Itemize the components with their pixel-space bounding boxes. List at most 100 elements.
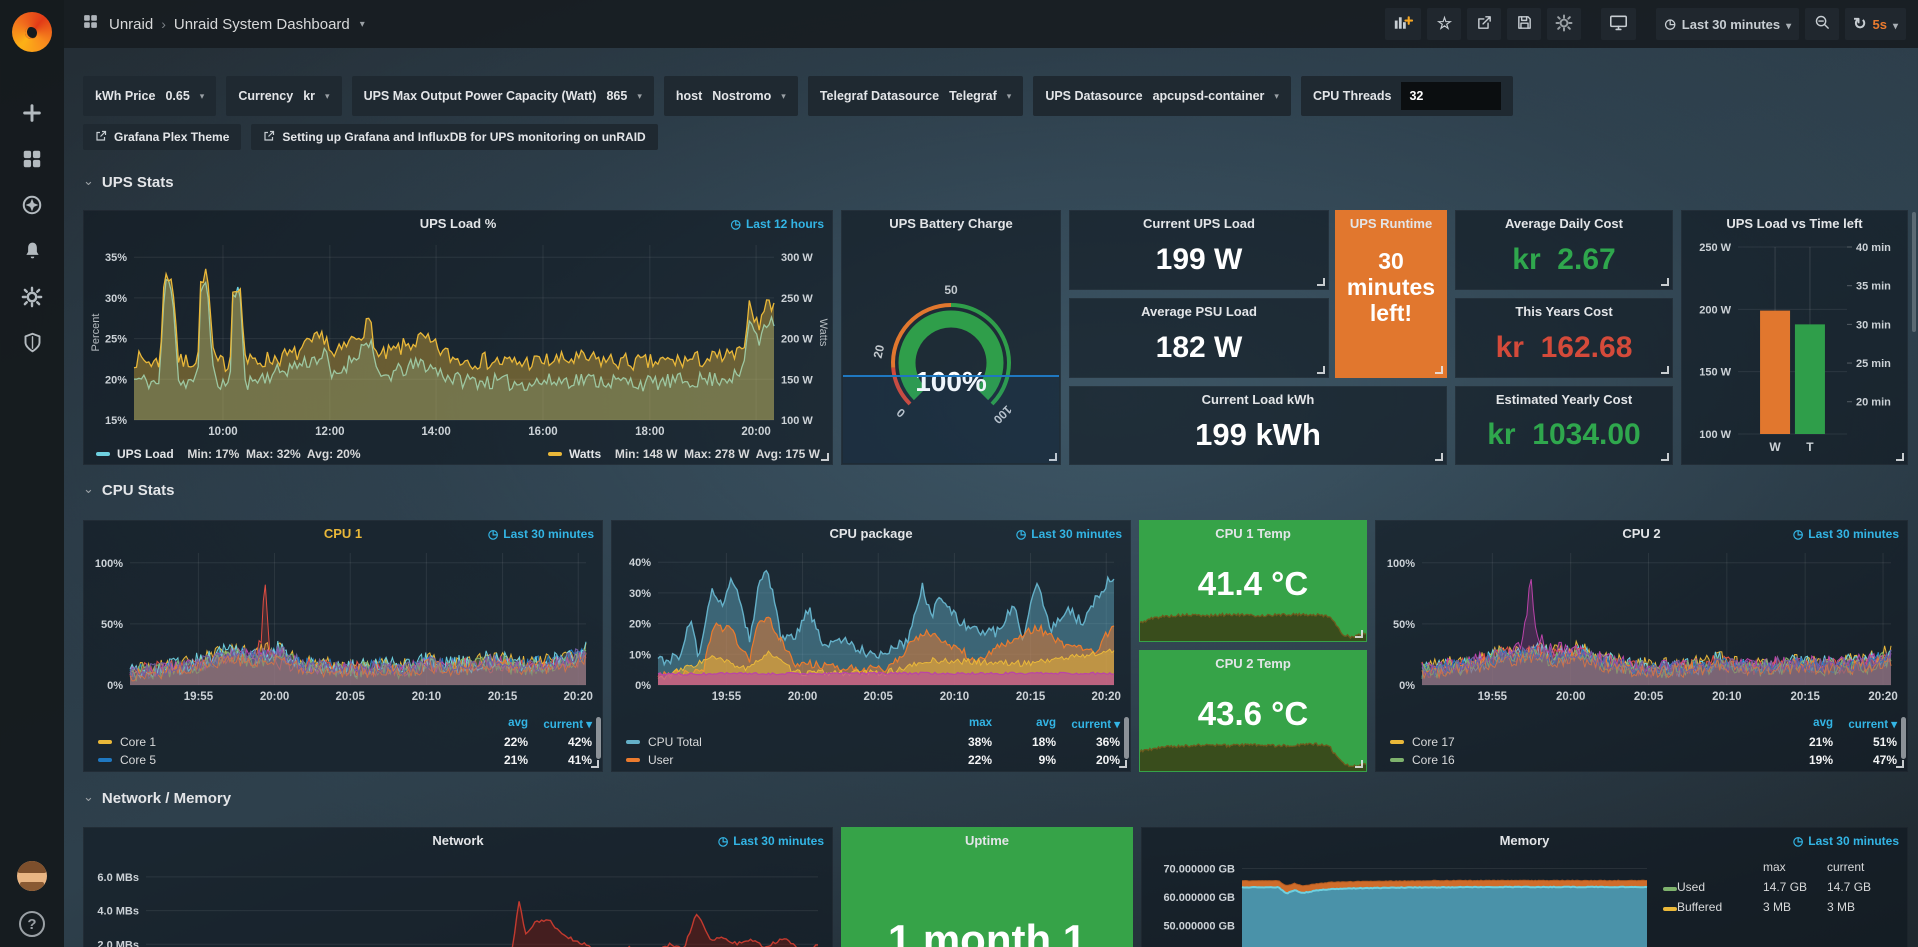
legend-series-user[interactable]: User (626, 753, 928, 767)
breadcrumb-dashboard[interactable]: Unraid System Dashboard (174, 16, 350, 33)
bell-icon (22, 240, 43, 266)
legend-sort-max[interactable]: max (1763, 860, 1827, 874)
legend-sort-current[interactable]: current (1827, 860, 1891, 874)
panel-title[interactable]: Average PSU Load (1070, 304, 1328, 319)
stat-value: 1 month 1 (842, 916, 1132, 947)
legend-series-buffered[interactable]: Buffered (1663, 900, 1763, 914)
section-ups-stats[interactable]: ⌄ UPS Stats (83, 174, 174, 191)
section-network-memory[interactable]: ⌄ Network / Memory (83, 790, 231, 807)
legend-series-cpu-total[interactable]: CPU Total (626, 735, 928, 749)
panel-ups-load: UPS Load % Last 12 hours 15%20%25%30%35%… (83, 210, 833, 465)
time-range-picker[interactable]: Last 30 minutes (1656, 8, 1799, 40)
chevron-down-icon[interactable]: ▾ (360, 19, 365, 30)
legend-scrollbar[interactable] (596, 717, 601, 759)
variable-kwh-price[interactable]: kWh Price0.65▾ (83, 76, 216, 116)
panel-cpu-2: CPU 2 Last 30 minutes 0%50%100%19:5520:0… (1375, 520, 1908, 772)
variable-cpu-threads[interactable]: CPU Threads (1301, 76, 1514, 116)
legend-scrollbar[interactable] (1901, 717, 1906, 759)
refresh-picker[interactable]: 5s (1845, 8, 1906, 40)
stat-value: 199 kWh (1070, 417, 1446, 453)
dashboard-link-setting-up-grafana-and-influxdb-for-ups-monitoring-on-unraid[interactable]: Setting up Grafana and InfluxDB for UPS … (251, 124, 657, 150)
panel-estimated-yearly-cost: Estimated Yearly Cost kr 1034.00 (1455, 386, 1673, 465)
legend-value: 20% (1056, 753, 1120, 767)
legend-sort-avg[interactable]: avg (464, 717, 528, 731)
time-override-badge: Last 30 minutes (1793, 527, 1899, 541)
dashboard-settings-button[interactable] (1547, 8, 1581, 40)
share-button[interactable] (1467, 8, 1501, 40)
legend-series-core-5[interactable]: Core 5 (98, 753, 464, 767)
sidebar-item-server-admin[interactable] (0, 322, 64, 368)
panel-title[interactable]: Current Load kWh (1070, 392, 1446, 407)
page-scrollbar[interactable] (1912, 212, 1916, 332)
panel-title[interactable]: This Years Cost (1456, 304, 1672, 319)
legend-series-core-17[interactable]: Core 17 (1390, 735, 1769, 749)
panel-title[interactable]: UPS Load % (84, 216, 832, 231)
variable-telegraf-datasource[interactable]: Telegraf DatasourceTelegraf▾ (808, 76, 1024, 116)
variable-currency[interactable]: Currencykr▾ (226, 76, 341, 116)
add-panel-button[interactable] (1385, 8, 1421, 40)
legend-series-used[interactable]: Used (1663, 880, 1763, 894)
stat-value: 199 W (1070, 243, 1328, 277)
legend-series-core-1[interactable]: Core 1 (98, 735, 464, 749)
legend-series-core-16[interactable]: Core 16 (1390, 753, 1769, 767)
variable-input[interactable] (1401, 82, 1501, 110)
cycle-view-mode-button[interactable] (1601, 8, 1636, 40)
variable-host[interactable]: hostNostromo▾ (664, 76, 798, 116)
chevron-down-icon (1786, 17, 1791, 32)
chevron-down-icon: ▾ (1007, 91, 1012, 102)
time-override-badge: Last 30 minutes (1016, 527, 1122, 541)
legend-sort-current[interactable]: current ▾ (1056, 717, 1120, 731)
legend-series-ups-load[interactable]: UPS Load Min: 17% Max: 32% Avg: 20% (96, 447, 361, 461)
dashboard-link-grafana-plex-theme[interactable]: Grafana Plex Theme (83, 124, 241, 150)
panel-title[interactable]: CPU 1 Temp (1140, 526, 1366, 541)
legend-value: 41% (528, 753, 592, 767)
panel-title[interactable]: Estimated Yearly Cost (1456, 392, 1672, 407)
sparkline-fill (843, 377, 1059, 463)
breadcrumb-folder[interactable]: Unraid (109, 16, 153, 33)
legend-sort-max[interactable]: max (928, 717, 992, 731)
panel-title[interactable]: UPS Runtime (1336, 216, 1446, 231)
legend-series-watts[interactable]: Watts Min: 148 W Max: 278 W Avg: 175 W (548, 447, 820, 461)
star-button[interactable]: ☆ (1427, 8, 1461, 40)
panel-title[interactable]: Average Daily Cost (1456, 216, 1672, 231)
ups-load-chart[interactable]: 15%20%25%30%35%100 W150 W200 W250 W300 W… (88, 237, 828, 440)
cpu2-chart[interactable]: 0%50%100%19:5520:0020:0520:1020:1520:20 (1380, 547, 1903, 705)
panel-title[interactable]: Current UPS Load (1070, 216, 1328, 231)
cpu-package-chart[interactable]: 0%10%20%30%40%19:5520:0020:0520:1020:152… (616, 547, 1126, 705)
panel-title[interactable]: Uptime (842, 833, 1132, 848)
sidebar-item-create[interactable] (0, 92, 64, 138)
cpu1-chart[interactable]: 0%50%100%19:5520:0020:0520:1020:1520:20 (88, 547, 598, 705)
svg-text:50: 50 (944, 283, 958, 297)
variable-ups-datasource[interactable]: UPS Datasourceapcupsd-container▾ (1033, 76, 1291, 116)
legend-sort-current[interactable]: current ▾ (1833, 717, 1897, 731)
gear-icon (1555, 14, 1573, 35)
panel-title[interactable]: UPS Load vs Time left (1682, 216, 1907, 231)
legend-sort-avg[interactable]: avg (992, 717, 1056, 731)
external-link-icon (95, 130, 107, 145)
svg-text:50%: 50% (1393, 619, 1415, 631)
variable-ups-max-output-power-capacity-watt[interactable]: UPS Max Output Power Capacity (Watt)865▾ (352, 76, 654, 116)
help-icon[interactable]: ? (19, 911, 45, 937)
zoom-out-button[interactable] (1805, 8, 1839, 40)
svg-text:10:00: 10:00 (208, 426, 237, 438)
panel-title[interactable]: UPS Battery Charge (842, 216, 1060, 231)
section-cpu-stats[interactable]: ⌄ CPU Stats (83, 482, 174, 499)
ups-bar-chart[interactable]: 100 W150 W200 W250 W20 min25 min30 min35… (1684, 237, 1905, 460)
chevron-down-icon (1893, 17, 1898, 32)
memory-chart[interactable]: 50.000000 GB60.000000 GB70.000000 GB (1146, 854, 1657, 947)
panel-title[interactable]: CPU 2 Temp (1140, 656, 1366, 671)
network-chart[interactable]: 2.0 MBs4.0 MBs6.0 MBs (88, 854, 828, 947)
legend-sort-avg[interactable]: avg (1769, 717, 1833, 731)
grafana-logo[interactable] (12, 12, 52, 52)
sidebar-item-configuration[interactable] (0, 276, 64, 322)
sidebar-item-explore[interactable] (0, 184, 64, 230)
user-avatar[interactable] (17, 861, 47, 891)
dashboard-grid-icon[interactable] (82, 13, 99, 35)
sidebar-item-alerting[interactable] (0, 230, 64, 276)
save-button[interactable] (1507, 8, 1541, 40)
svg-text:T: T (1806, 440, 1814, 454)
sidebar-item-dashboards[interactable] (0, 138, 64, 184)
legend-scrollbar[interactable] (1124, 717, 1129, 759)
dashboard-links-row: Grafana Plex Theme Setting up Grafana and… (83, 124, 658, 150)
legend-sort-current[interactable]: current ▾ (528, 717, 592, 731)
